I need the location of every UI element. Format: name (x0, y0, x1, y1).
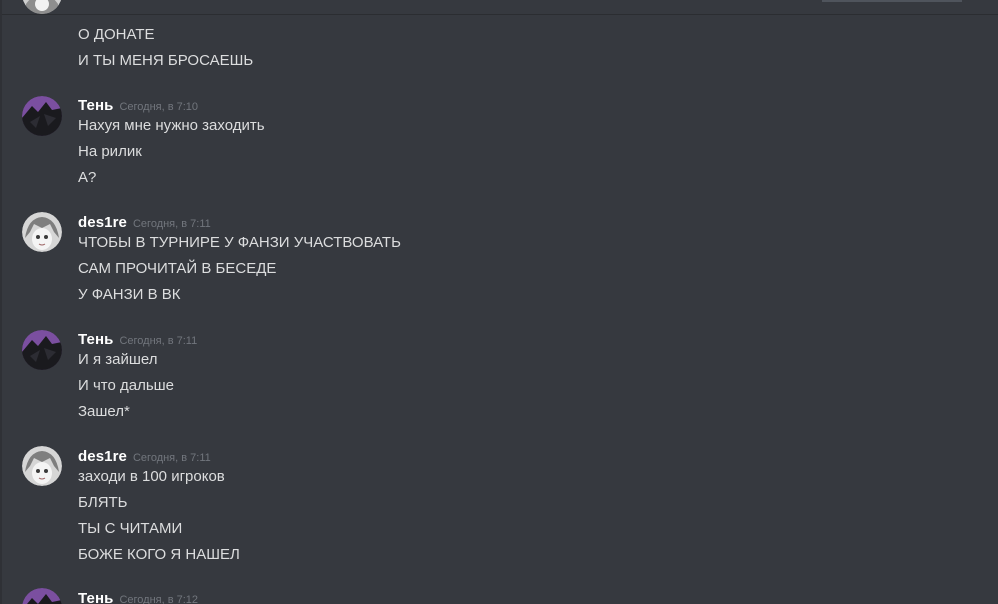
top-bar-button[interactable] (822, 0, 962, 2)
anime-girl-avatar-icon (22, 0, 62, 14)
avatar[interactable] (22, 212, 62, 252)
message-line: У ФАНЗИ В ВК (78, 286, 181, 303)
anime-girl-avatar-icon (22, 212, 62, 252)
username[interactable]: des1re (78, 448, 127, 465)
top-divider (0, 14, 998, 15)
username[interactable]: Тень (78, 590, 113, 604)
avatar[interactable] (22, 588, 62, 604)
message-line: БЛЯТЬ (78, 494, 128, 511)
left-edge-border (0, 0, 2, 604)
message-line: САМ ПРОЧИТАЙ В БЕСЕДЕ (78, 260, 277, 277)
avatar[interactable] (22, 96, 62, 136)
dark-purple-avatar-icon (22, 96, 62, 136)
message-header: des1re Сегодня, в 7:11 (78, 212, 211, 231)
message-line: О ДОНАТЕ (78, 26, 155, 43)
avatar[interactable] (22, 0, 62, 14)
message-header: des1re Сегодня, в 7:11 (78, 446, 211, 465)
anime-girl-avatar-icon (22, 446, 62, 486)
chat-messages-pane[interactable]: О ДОНАТЕ И ТЫ МЕНЯ БРОСАЕШЬ Тень Сегодня,… (0, 0, 998, 604)
username[interactable]: des1re (78, 214, 127, 231)
message-line: ТЫ С ЧИТАМИ (78, 520, 183, 537)
message-header: Тень Сегодня, в 7:11 (78, 329, 198, 348)
avatar[interactable] (22, 446, 62, 486)
username[interactable]: Тень (78, 97, 113, 114)
timestamp: Сегодня, в 7:11 (132, 452, 211, 464)
username[interactable]: Тень (78, 331, 113, 348)
message-line: И ТЫ МЕНЯ БРОСАЕШЬ (78, 52, 254, 69)
message-line: Нахуя мне нужно заходить (78, 117, 265, 134)
message-line: ЧТОБЫ В ТУРНИРЕ У ФАНЗИ УЧАСТВОВАТЬ (78, 234, 401, 251)
message-header: Тень Сегодня, в 7:12 (78, 588, 198, 604)
message-header: Тень Сегодня, в 7:10 (78, 95, 199, 114)
dark-purple-avatar-icon (22, 330, 62, 370)
message-line: Зашел* (78, 403, 130, 420)
message-line: И я зайшел (78, 351, 158, 368)
timestamp: Сегодня, в 7:11 (132, 218, 211, 230)
message-line: БОЖЕ КОГО Я НАШЕЛ (78, 546, 240, 563)
message-line: И что дальше (78, 377, 175, 394)
timestamp: Сегодня, в 7:12 (119, 594, 199, 604)
message-line: На рилик (78, 143, 142, 160)
message-line: заходи в 100 игроков (78, 468, 225, 485)
timestamp: Сегодня, в 7:10 (119, 101, 199, 113)
dark-purple-avatar-icon (22, 588, 62, 604)
message-line: А? (78, 169, 97, 186)
avatar[interactable] (22, 330, 62, 370)
timestamp: Сегодня, в 7:11 (119, 335, 198, 347)
